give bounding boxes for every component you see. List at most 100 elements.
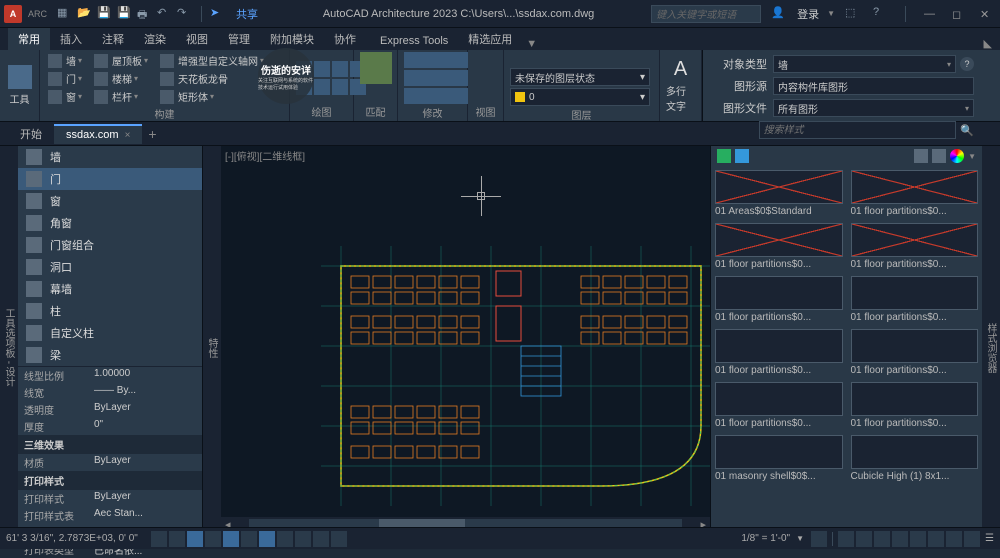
style-item[interactable]: 01 floor partitions$0... xyxy=(851,276,979,323)
palette-opening[interactable]: 洞口 xyxy=(18,256,202,278)
sb-qp-icon[interactable] xyxy=(928,531,944,547)
view-cube-icon[interactable] xyxy=(477,52,495,70)
palette-custom-column[interactable]: 自定义柱 xyxy=(18,322,202,344)
explode-icon[interactable] xyxy=(420,88,436,104)
offset-icon[interactable] xyxy=(436,88,452,104)
scale-readout[interactable]: 1/8" = 1'-0" xyxy=(741,533,790,544)
fx-header[interactable]: 三维效果 xyxy=(18,435,202,454)
close-icon[interactable]: ✕ xyxy=(980,8,992,20)
sb-3dosnap-icon[interactable] xyxy=(277,531,293,547)
ribbon-tab-manage[interactable]: 管理 xyxy=(218,28,260,50)
rect-button[interactable]: 矩形体▾ xyxy=(158,88,266,105)
app-logo[interactable]: A xyxy=(4,5,22,23)
style-item[interactable]: 01 floor partitions$0... xyxy=(851,382,979,429)
ellipse-icon[interactable] xyxy=(314,79,330,95)
tab-close-icon[interactable]: × xyxy=(125,130,131,141)
palette-door[interactable]: 门 xyxy=(18,168,202,190)
ceiling-button[interactable]: 天花板龙骨 xyxy=(158,70,266,87)
help-search-input[interactable]: 键入关键字或短语 xyxy=(651,5,761,23)
help-icon[interactable]: ? xyxy=(960,57,974,71)
move-icon[interactable] xyxy=(404,52,420,68)
stair-button[interactable]: 楼梯▾ xyxy=(92,70,150,87)
styles-dropdown-icon[interactable]: ▼ xyxy=(968,152,976,161)
palette-corner[interactable]: 角窗 xyxy=(18,212,202,234)
sb-lw-icon[interactable] xyxy=(313,531,329,547)
palette-beam[interactable]: 梁 xyxy=(18,344,202,366)
user-icon[interactable]: 👤 xyxy=(771,6,787,22)
window-button[interactable]: 窗▾ xyxy=(46,88,84,105)
plot-header[interactable]: 打印样式 xyxy=(18,471,202,490)
style-item[interactable]: 01 floor partitions$0... xyxy=(715,223,843,270)
import-style-icon[interactable] xyxy=(735,149,749,163)
file-dropdown[interactable]: 所有图形▾ xyxy=(773,99,974,117)
add-style-icon[interactable] xyxy=(717,149,731,163)
layer4-icon[interactable] xyxy=(558,52,572,66)
style-item[interactable]: 01 floor partitions$0... xyxy=(715,329,843,376)
match-icon[interactable] xyxy=(360,52,392,84)
sb-menu-icon[interactable]: ☰ xyxy=(985,533,994,544)
scale-icon[interactable] xyxy=(436,70,452,86)
sb-anno-icon[interactable] xyxy=(838,531,854,547)
polyline-icon[interactable] xyxy=(314,61,330,77)
ribbon-tab-express[interactable]: Express Tools xyxy=(370,32,458,50)
layer5-icon[interactable] xyxy=(574,52,588,66)
left-tab-props[interactable]: 特性 xyxy=(203,146,221,549)
door-button[interactable]: 门▾ xyxy=(46,70,84,87)
ribbon-tab-collab[interactable]: 协作 xyxy=(324,28,366,50)
src-dropdown[interactable]: 内容构件库图形 xyxy=(773,77,974,95)
ribbon-tab-render[interactable]: 渲染 xyxy=(134,28,176,50)
right-tab-styles[interactable]: 样式浏览器 xyxy=(982,146,1000,549)
sb-ortho-icon[interactable] xyxy=(205,531,221,547)
style-search-input[interactable] xyxy=(759,121,957,139)
maximize-icon[interactable]: ◻ xyxy=(952,8,964,20)
roof-button[interactable]: 屋顶板▾ xyxy=(92,52,150,69)
left-tab-tools[interactable]: 工具选项板 - 设计 xyxy=(0,146,18,549)
sb-units-icon[interactable] xyxy=(910,531,926,547)
qat-save-icon[interactable]: 💾 xyxy=(97,6,113,22)
help-icon[interactable]: ? xyxy=(873,6,889,22)
layer3-icon[interactable] xyxy=(542,52,556,66)
style-item[interactable]: 01 Areas$0$Standard xyxy=(715,170,843,217)
sb-cut-icon[interactable] xyxy=(892,531,908,547)
palette-column[interactable]: 柱 xyxy=(18,300,202,322)
layer6-icon[interactable] xyxy=(590,52,604,66)
ribbon-tab-insert[interactable]: 插入 xyxy=(50,28,92,50)
style-item[interactable]: 01 floor partitions$0... xyxy=(851,170,979,217)
login-button[interactable]: 登录 xyxy=(797,6,819,22)
line-icon[interactable] xyxy=(296,61,312,77)
search-icon[interactable]: 🔍 xyxy=(960,124,974,137)
style-item[interactable]: 01 floor partitions$0... xyxy=(715,382,843,429)
qat-undo-icon[interactable]: ↶ xyxy=(157,6,173,22)
palette-wall[interactable]: 墙 xyxy=(18,146,202,168)
model-viewport[interactable]: [-][俯视][二维线框] xyxy=(221,146,710,549)
stretch-icon[interactable] xyxy=(420,70,436,86)
layer-state-dropdown[interactable]: 未保存的图层状态▾ xyxy=(510,68,650,86)
hatch-icon[interactable] xyxy=(332,79,348,95)
fillet-icon[interactable] xyxy=(404,88,420,104)
rect-icon[interactable] xyxy=(296,79,312,95)
ribbon-tab-view[interactable]: 视图 xyxy=(176,28,218,50)
array-icon[interactable] xyxy=(452,70,468,86)
sb-gear-icon[interactable] xyxy=(811,531,827,547)
ribbon-tab-overflow-icon[interactable]: ▼ xyxy=(526,38,537,50)
sb-ws-icon[interactable] xyxy=(856,531,872,547)
view-large-icon[interactable] xyxy=(914,149,928,163)
sb-grid-icon[interactable] xyxy=(169,531,185,547)
qat-saveas-icon[interactable]: 💾 xyxy=(117,6,133,22)
wall-button[interactable]: 墙▾ xyxy=(46,52,84,69)
mtext-button[interactable]: A多行文字 xyxy=(666,59,695,113)
coords-readout[interactable]: 61' 3 3/16", 2.7873E+03, 0' 0" xyxy=(6,533,138,544)
ribbon-tab-featured[interactable]: 精选应用 xyxy=(458,28,522,50)
sb-snap-icon[interactable] xyxy=(187,531,203,547)
share-icon[interactable]: ➤ xyxy=(210,6,226,22)
qat-open-icon[interactable]: 📂 xyxy=(77,6,93,22)
style-item[interactable]: 01 floor partitions$0... xyxy=(715,276,843,323)
layer1-icon[interactable] xyxy=(510,52,524,66)
viewport-label[interactable]: [-][俯视][二维线框] xyxy=(225,148,305,163)
rail-button[interactable]: 栏杆▾ xyxy=(92,88,150,105)
color-wheel-icon[interactable] xyxy=(950,149,964,163)
copy-icon[interactable] xyxy=(420,52,436,68)
ribbon-tab-addins[interactable]: 附加模块 xyxy=(260,28,324,50)
share-button[interactable]: 共享 xyxy=(236,6,258,22)
layer9-icon[interactable] xyxy=(638,52,652,66)
